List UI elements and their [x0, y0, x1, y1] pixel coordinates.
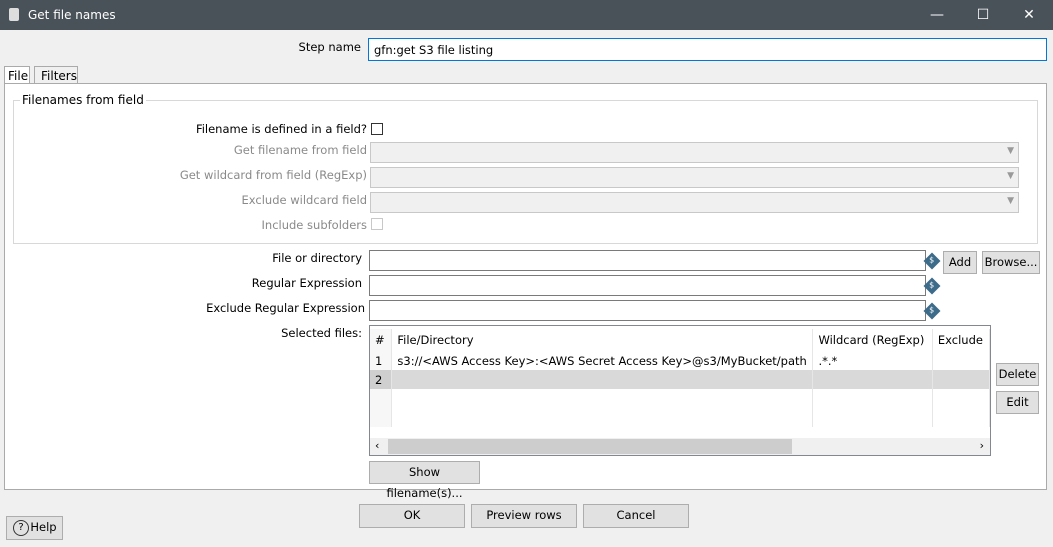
get-filename-label: Get filename from field: [233, 143, 367, 157]
defined-in-field-checkbox[interactable]: [371, 123, 383, 135]
step-name-input[interactable]: [368, 38, 1047, 61]
help-icon: ?: [13, 520, 29, 536]
get-wildcard-label: Get wildcard from field (RegExp): [179, 168, 367, 182]
scroll-right-icon[interactable]: ›: [980, 439, 984, 452]
app-icon: [9, 8, 19, 21]
chevron-down-icon: ▼: [1007, 146, 1014, 156]
tab-file[interactable]: File: [4, 66, 30, 84]
window-title: Get file names: [28, 8, 116, 22]
edit-button[interactable]: Edit: [996, 391, 1039, 414]
group-title: Filenames from field: [20, 93, 146, 107]
horizontal-scrollbar[interactable]: ‹ ›: [370, 438, 990, 455]
help-label: Help: [30, 520, 57, 534]
minimize-button[interactable]: —: [914, 0, 960, 30]
tab-filters[interactable]: Filters: [34, 66, 78, 83]
cancel-button[interactable]: Cancel: [583, 504, 689, 528]
preview-rows-button[interactable]: Preview rows: [471, 504, 577, 528]
table-row[interactable]: 2: [370, 370, 990, 389]
exclude-regex-input[interactable]: [369, 300, 926, 321]
get-wildcard-select[interactable]: ▼: [370, 167, 1019, 188]
maximize-button[interactable]: ☐: [960, 0, 1006, 30]
selected-files-label: Selected files:: [281, 326, 362, 340]
exclude-regex-label: Exclude Regular Expression: [206, 301, 365, 315]
defined-in-field-label: Filename is defined in a field?: [195, 122, 367, 136]
step-name-label: Step name: [298, 40, 361, 54]
close-button[interactable]: ✕: [1006, 0, 1052, 30]
col-file-directory[interactable]: File/Directory: [391, 329, 814, 351]
add-button[interactable]: Add: [943, 251, 977, 274]
include-subfolders-label: Include subfolders: [261, 218, 367, 232]
file-cell[interactable]: s3://<AWS Access Key>:<AWS Secret Access…: [391, 351, 814, 370]
col-wildcard[interactable]: Wildcard (RegExp): [812, 329, 933, 351]
wildcard-cell[interactable]: .*.*: [812, 351, 933, 370]
file-or-directory-input[interactable]: [369, 250, 926, 271]
table-row[interactable]: 1 s3://<AWS Access Key>:<AWS Secret Acce…: [370, 351, 990, 370]
file-or-directory-label: File or directory: [272, 251, 362, 265]
col-number[interactable]: #: [370, 329, 393, 351]
exclude-cell[interactable]: [932, 351, 990, 370]
table-header: # File/Directory Wildcard (RegExp) Exclu…: [370, 329, 990, 351]
exclude-wildcard-label: Exclude wildcard field: [241, 193, 367, 207]
row-number: 2: [370, 370, 393, 389]
scrollbar-thumb[interactable]: [388, 439, 792, 454]
get-filename-select[interactable]: ▼: [370, 142, 1019, 163]
table-row-empty: [370, 389, 990, 408]
table-row-empty: [370, 408, 990, 427]
help-button[interactable]: ? Help: [6, 516, 63, 540]
browse-button[interactable]: Browse...: [982, 251, 1040, 274]
chevron-down-icon: ▼: [1007, 196, 1014, 206]
wildcard-cell[interactable]: [812, 370, 933, 389]
ok-button[interactable]: OK: [359, 504, 465, 528]
exclude-cell[interactable]: [932, 370, 990, 389]
selected-files-table[interactable]: # File/Directory Wildcard (RegExp) Exclu…: [369, 325, 991, 456]
col-exclude[interactable]: Exclude: [932, 329, 990, 351]
file-cell[interactable]: [391, 370, 814, 389]
include-subfolders-checkbox[interactable]: [371, 218, 383, 230]
row-number: 1: [370, 351, 393, 370]
scroll-left-icon[interactable]: ‹: [375, 439, 379, 452]
show-filenames-button[interactable]: Show filename(s)...: [369, 461, 480, 500]
chevron-down-icon: ▼: [1007, 171, 1014, 181]
delete-button[interactable]: Delete: [996, 363, 1039, 386]
exclude-wildcard-select[interactable]: ▼: [370, 192, 1019, 213]
regex-label: Regular Expression: [251, 276, 362, 290]
regex-input[interactable]: [369, 275, 926, 296]
title-bar: Get file names — ☐ ✕: [0, 0, 1053, 30]
